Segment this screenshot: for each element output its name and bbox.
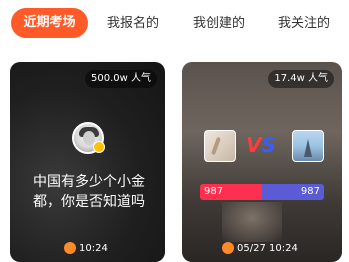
popularity-badge: 17.4w 人气	[268, 70, 334, 88]
left-vote-count: 987	[204, 186, 224, 197]
tab-bar: 近期考场 我报名的 我创建的 我关注的	[0, 0, 349, 46]
card-footer-time: 05/27 10:24	[222, 242, 298, 256]
vote-progress-bar: 987 987	[200, 184, 324, 200]
exam-card-vs[interactable]: 17.4w 人气 VS 987 987 05/27 10:24	[182, 62, 342, 262]
exam-card-question[interactable]: 500.0w 人气 中国有多少个小金都，你是否知道吗 10:24	[10, 62, 165, 262]
question-text: 中国有多少个小金都，你是否知道吗	[33, 174, 145, 210]
popularity-badge: 500.0w 人气	[85, 70, 157, 88]
castle-graphic	[304, 139, 312, 157]
card-footer-time: 10:24	[64, 242, 108, 256]
right-vote-count: 987	[300, 186, 320, 197]
tab-my-followed[interactable]: 我关注的	[278, 12, 330, 36]
tab-my-created[interactable]: 我创建的	[193, 12, 245, 36]
clock-icon	[222, 242, 234, 254]
background-photo	[222, 202, 282, 242]
tab-my-registered[interactable]: 我报名的	[107, 12, 159, 36]
vs-icon: VS	[246, 133, 276, 157]
verified-badge-icon	[93, 141, 105, 153]
avatar	[72, 122, 105, 154]
left-option-image	[204, 130, 236, 162]
feather-graphic	[211, 136, 221, 156]
tab-recent-exams[interactable]: 近期考场	[11, 8, 88, 38]
right-option-image	[292, 130, 324, 162]
clock-icon	[64, 242, 76, 254]
